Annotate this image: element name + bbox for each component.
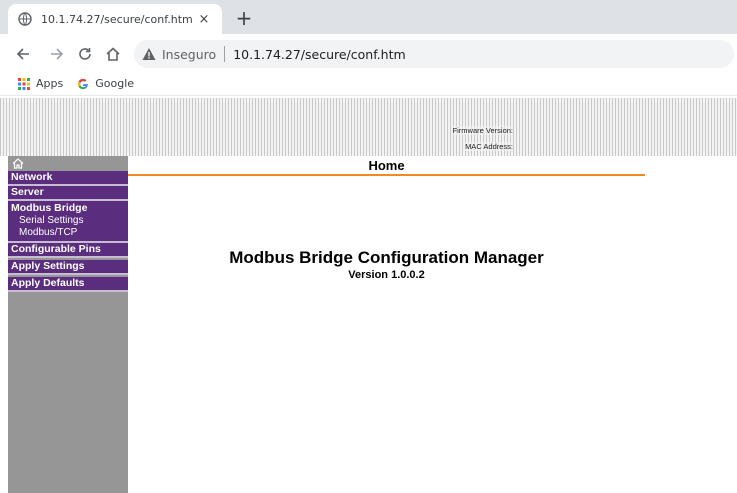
firmware-version-label: Firmware Version: xyxy=(452,126,513,135)
main-content: Home Modbus Bridge Configuration Manager… xyxy=(128,156,737,493)
bookmark-apps-label: Apps xyxy=(36,77,64,90)
bookmark-apps[interactable]: Apps xyxy=(18,77,63,90)
forward-arrow-icon xyxy=(51,48,64,60)
sidebar-item-serial-settings[interactable]: Serial Settings xyxy=(8,215,128,227)
page-title: Home xyxy=(368,158,405,173)
browser-home-icon xyxy=(106,47,120,61)
home-button[interactable] xyxy=(102,43,124,65)
forward-button[interactable] xyxy=(46,43,68,65)
sidebar-nav: Network Server Modbus Bridge Serial Sett… xyxy=(8,156,128,493)
globe-icon xyxy=(18,12,32,26)
security-status-label[interactable]: Inseguro xyxy=(162,47,216,62)
back-button[interactable] xyxy=(12,43,34,65)
bookmark-google[interactable]: Google xyxy=(77,77,134,90)
address-bar[interactable]: Inseguro 10.1.74.27/secure/conf.htm xyxy=(134,40,734,68)
tab-close-icon[interactable]: × xyxy=(196,12,212,27)
browser-tab[interactable]: 10.1.74.27/secure/conf.htm × xyxy=(8,4,222,34)
browser-tabstrip: 10.1.74.27/secure/conf.htm × + xyxy=(0,0,737,34)
reload-button[interactable] xyxy=(74,43,96,65)
reload-icon xyxy=(79,48,91,60)
title-divider xyxy=(128,174,645,176)
sidebar-item-apply-settings[interactable]: Apply Settings xyxy=(8,260,128,275)
sidebar-home-link[interactable] xyxy=(8,156,128,171)
sidebar-group-modbus-bridge: Modbus Bridge Serial Settings Modbus/TCP xyxy=(8,201,128,243)
sidebar-item-apply-defaults[interactable]: Apply Defaults xyxy=(8,277,128,292)
sidebar-item-configurable-pins[interactable]: Configurable Pins xyxy=(8,243,128,258)
home-icon xyxy=(12,158,24,169)
app-version: Version 1.0.0.2 xyxy=(348,269,425,281)
browser-toolbar: Inseguro 10.1.74.27/secure/conf.htm xyxy=(0,34,737,72)
app-title: Modbus Bridge Configuration Manager xyxy=(229,248,544,267)
google-icon xyxy=(78,78,89,89)
sidebar-item-network[interactable]: Network xyxy=(8,171,128,186)
bookmark-google-label: Google xyxy=(95,77,135,90)
warning-triangle-icon[interactable] xyxy=(142,47,156,61)
sidebar-item-modbus-bridge[interactable]: Modbus Bridge xyxy=(8,201,128,215)
page-header-banner: Firmware Version: MAC Address: xyxy=(0,98,737,156)
back-arrow-icon xyxy=(16,48,29,60)
sidebar-item-modbus-tcp[interactable]: Modbus/TCP xyxy=(8,227,128,239)
url-text[interactable]: 10.1.74.27/secure/conf.htm xyxy=(233,47,405,62)
sidebar-item-server[interactable]: Server xyxy=(8,186,128,201)
bookmarks-bar: Apps Google xyxy=(0,72,737,96)
mac-address-label: MAC Address: xyxy=(465,142,513,151)
tab-title: 10.1.74.27/secure/conf.htm xyxy=(41,12,193,26)
apps-grid-icon xyxy=(18,77,30,90)
new-tab-button[interactable]: + xyxy=(232,7,256,31)
address-separator xyxy=(224,46,226,62)
